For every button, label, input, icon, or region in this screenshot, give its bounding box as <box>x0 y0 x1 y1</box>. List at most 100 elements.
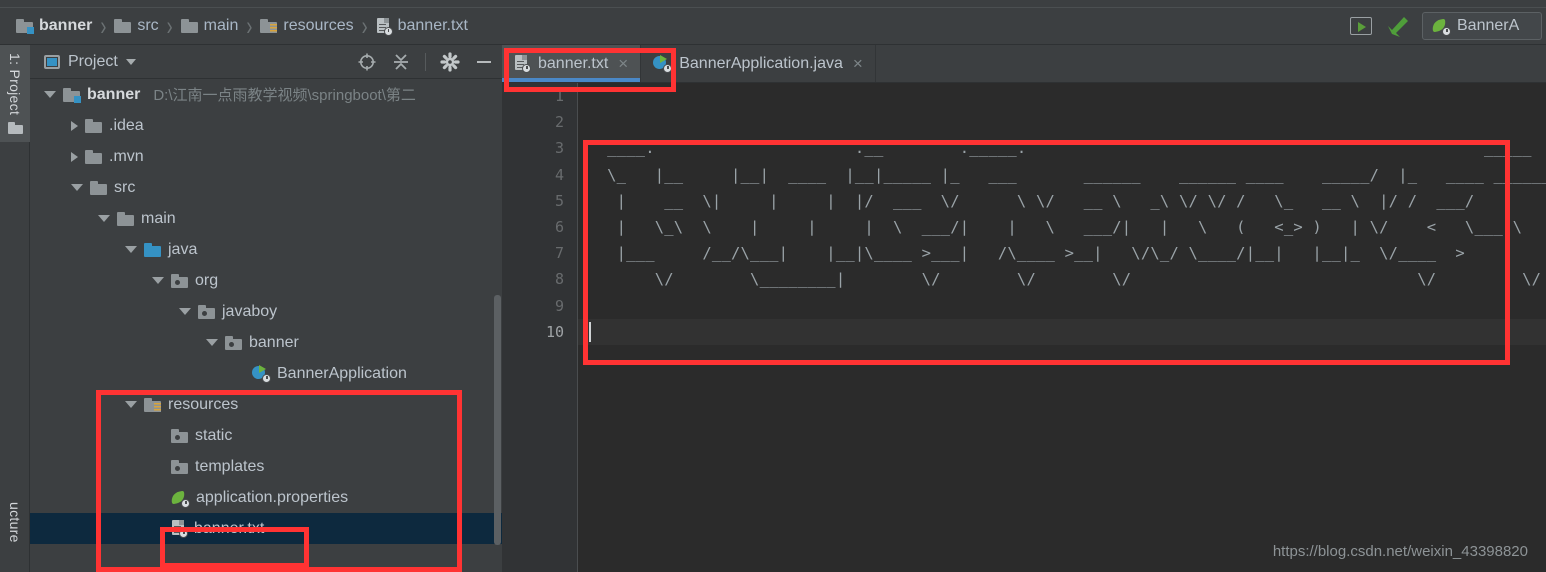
close-icon[interactable]: × <box>618 55 628 72</box>
resources-folder-icon <box>260 19 278 33</box>
line-number[interactable]: 1 <box>502 83 577 109</box>
hide-panel-icon[interactable] <box>474 52 494 72</box>
editor-tab-label: banner.txt <box>538 54 609 72</box>
line-number[interactable]: 5 <box>502 188 577 214</box>
chevron-down-icon[interactable] <box>179 308 191 315</box>
close-icon[interactable]: × <box>853 55 863 72</box>
package-icon <box>225 335 242 350</box>
tree-row-label: banner.txt <box>194 519 265 537</box>
tree-row[interactable]: BannerApplication <box>30 358 502 389</box>
breadcrumb-item-banner-txt[interactable]: banner.txt <box>376 17 468 36</box>
breadcrumb-item-src[interactable]: src <box>114 17 159 35</box>
chevron-down-icon[interactable] <box>44 91 56 98</box>
tree-row[interactable]: main <box>30 203 502 234</box>
settings-gear-icon[interactable] <box>440 51 460 72</box>
tree-row[interactable]: java <box>30 234 502 265</box>
line-number[interactable]: 4 <box>502 162 577 188</box>
tree-row-selected[interactable]: banner.txt <box>30 513 502 544</box>
txt-file-icon <box>376 17 393 36</box>
line-number[interactable]: 3 <box>502 135 577 161</box>
breadcrumb-separator: › <box>246 10 253 41</box>
project-tool-window: Project banner D:\江南一点雨教学视频\springboot\第… <box>30 45 502 572</box>
line-number[interactable]: 8 <box>502 266 577 292</box>
tree-row[interactable]: javaboy <box>30 296 502 327</box>
tree-row[interactable]: static <box>30 420 502 451</box>
tree-row[interactable]: src <box>30 172 502 203</box>
editor-code-area[interactable]: ____. .__ ._____. _____ __________ \_ |_… <box>578 83 1546 572</box>
code-line: |___ /__/\___| |__|\____ >___| /\____ >_… <box>588 244 1465 263</box>
source-folder-icon <box>144 242 161 257</box>
txt-file-icon <box>514 55 531 73</box>
code-line: | \_\ \ | | | \ ___/| | \ ___/| | \ ( <_… <box>588 217 1523 236</box>
package-icon <box>198 304 215 319</box>
tool-window-button-structure[interactable]: ucture <box>0 500 30 572</box>
chevron-down-icon[interactable] <box>206 339 218 346</box>
tree-row[interactable]: resources <box>30 389 502 420</box>
chevron-down-icon[interactable] <box>152 277 164 284</box>
chevron-down-icon[interactable] <box>125 58 136 65</box>
run-icon[interactable] <box>1350 17 1372 35</box>
tree-row[interactable]: templates <box>30 451 502 482</box>
idea-window: banner › src › main › resources › banner.txt Ban… <box>0 0 1546 572</box>
tree-row-label: main <box>141 209 176 227</box>
editor-tab-label: BannerApplication.java <box>679 54 843 72</box>
breadcrumb-separator: › <box>361 10 368 41</box>
folder-icon <box>90 180 107 195</box>
line-number[interactable]: 6 <box>502 214 577 240</box>
folder-icon <box>85 149 102 164</box>
folder-icon <box>117 211 134 226</box>
tree-row-label: resources <box>168 395 239 413</box>
tool-window-button-project[interactable]: 1: Project <box>0 45 30 143</box>
folder-icon <box>114 19 132 33</box>
select-opened-file-icon[interactable] <box>357 52 377 72</box>
tree-row[interactable]: org <box>30 265 502 296</box>
chevron-down-icon[interactable] <box>125 401 137 408</box>
breadcrumb-item-main[interactable]: main <box>180 17 239 35</box>
chevron-right-icon[interactable] <box>71 120 78 131</box>
editor-tab-banner-txt[interactable]: banner.txt × <box>502 45 642 82</box>
editor-tab-bannerapplication-java[interactable]: BannerApplication.java × <box>641 45 876 82</box>
tree-row-label: static <box>195 426 233 444</box>
hammer-build-icon[interactable] <box>1384 14 1410 38</box>
chevron-down-icon[interactable] <box>98 215 110 222</box>
breadcrumb-item-label: banner.txt <box>397 17 468 34</box>
tree-row[interactable]: application.properties <box>30 482 502 513</box>
breadcrumb-item-label: main <box>203 17 239 34</box>
collapse-all-icon[interactable] <box>391 52 411 72</box>
project-panel-scrollbar[interactable] <box>493 45 502 572</box>
breadcrumb-separator: › <box>166 10 173 41</box>
project-view-selector[interactable]: Project <box>44 53 136 71</box>
line-number[interactable]: 7 <box>502 240 577 266</box>
line-number[interactable]: 10 <box>502 319 577 345</box>
breadcrumb-item-resources[interactable]: resources <box>260 17 354 35</box>
resources-folder-icon <box>144 397 161 412</box>
chevron-down-icon[interactable] <box>125 246 137 253</box>
tree-row-path: D:\江南一点雨教学视频\springboot\第二 <box>153 87 416 104</box>
tool-window-button-structure-label: ucture <box>7 502 23 543</box>
spring-leaf-icon <box>170 490 190 508</box>
line-number[interactable]: 2 <box>502 109 577 135</box>
scrollbar-thumb[interactable] <box>494 295 501 545</box>
code-line: \_ |__ |__| ____ |__|_____ |_ ___ ______… <box>607 165 1546 184</box>
project-tree[interactable]: banner D:\江南一点雨教学视频\springboot\第二 .idea .mv… <box>30 79 502 572</box>
java-spring-class-icon <box>653 55 673 73</box>
module-folder-icon <box>63 87 81 103</box>
tree-row-label: application.properties <box>196 488 349 506</box>
code-line: \/ \________| \/ \/ \/ \/ \/ <box>588 270 1542 289</box>
line-number[interactable]: 9 <box>502 293 577 319</box>
tree-row[interactable]: banner D:\江南一点雨教学视频\springboot\第二 <box>30 79 502 110</box>
chevron-right-icon[interactable] <box>71 151 78 162</box>
tree-row[interactable]: .idea <box>30 110 502 141</box>
tree-row-label: org <box>195 271 219 289</box>
editor-gutter: 1 2 3 4 5 6 7 8 9 10 <box>502 83 578 572</box>
breadcrumb-item-banner[interactable]: banner <box>16 17 92 35</box>
project-folder-icon <box>7 122 23 135</box>
chevron-down-icon[interactable] <box>71 184 83 191</box>
tree-row[interactable]: .mvn <box>30 141 502 172</box>
run-configuration-selector[interactable]: BannerA <box>1422 12 1542 40</box>
tree-row[interactable]: banner <box>30 327 502 358</box>
